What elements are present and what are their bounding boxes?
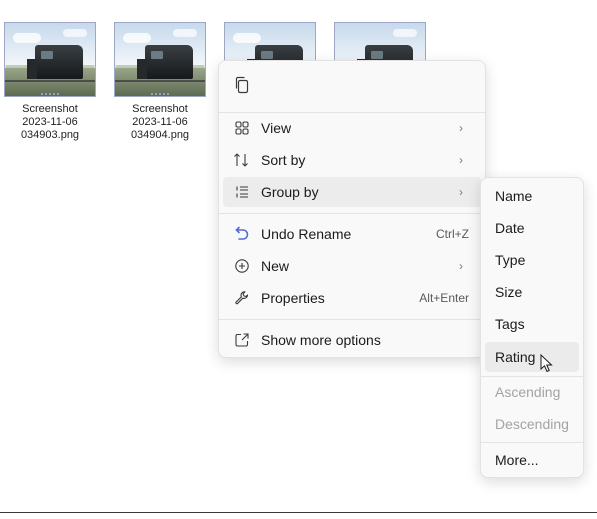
window-bottom-border <box>0 512 597 513</box>
submenu-item-label: Ascending <box>495 384 561 400</box>
menu-item-label: Show more options <box>261 332 381 348</box>
file-name-line: 034903.png <box>20 129 80 141</box>
submenu-item-rating[interactable]: Rating <box>485 342 579 372</box>
context-menu-quick-actions <box>219 61 485 113</box>
chevron-right-icon: › <box>459 259 463 273</box>
submenu-item-label: Tags <box>495 316 525 332</box>
group-icon <box>233 183 251 201</box>
menu-item-sort-by[interactable]: Sort by › <box>223 145 481 175</box>
submenu-item-ascending[interactable]: Ascending <box>485 377 579 407</box>
file-name-line: 2023-11-06 <box>132 116 188 128</box>
submenu-item-descending[interactable]: Descending <box>485 409 579 439</box>
thumbnail-rail <box>115 80 205 82</box>
menu-item-label: Sort by <box>261 152 306 168</box>
menu-item-group-by[interactable]: Group by › <box>223 177 481 207</box>
submenu-item-tags[interactable]: Tags <box>485 309 579 339</box>
menu-item-show-more-options[interactable]: Show more options <box>223 325 481 355</box>
menu-item-label: New <box>261 258 290 274</box>
submenu-item-label: Name <box>495 188 533 204</box>
copy-icon <box>235 76 249 94</box>
file-item[interactable]: Screenshot 2023-11-06 034903.png <box>0 22 100 142</box>
new-icon <box>233 257 251 275</box>
chevron-right-icon: › <box>459 153 463 167</box>
group-by-submenu: Name Date Type Size Tags Rating Ascendin… <box>480 177 584 478</box>
menu-item-label: View <box>261 120 292 136</box>
thumbnail-locomotive <box>137 45 193 79</box>
submenu-item-label: Date <box>495 220 525 236</box>
menu-separator <box>219 319 485 320</box>
file-thumbnail[interactable] <box>4 22 96 97</box>
submenu-item-label: Descending <box>495 416 569 432</box>
thumbnail-cloud <box>63 29 87 37</box>
file-name-line: Screenshot <box>132 103 188 115</box>
menu-item-new[interactable]: New › <box>223 251 481 281</box>
thumbnail-cloud <box>123 33 151 43</box>
properties-icon <box>233 289 251 307</box>
menu-separator <box>219 213 485 214</box>
context-menu: View › Sort by › Group by › Undo Rename … <box>218 60 486 358</box>
thumbnail-cloud <box>393 29 417 37</box>
file-item[interactable]: Screenshot 2023-11-06 034904.png <box>110 22 210 142</box>
menu-item-label: Undo Rename <box>261 226 352 242</box>
file-name-line: Screenshot <box>22 103 78 115</box>
keyboard-shortcut: Ctrl+Z <box>436 227 469 241</box>
submenu-item-label: Rating <box>495 349 536 365</box>
show-more-icon <box>233 331 251 349</box>
chevron-right-icon: › <box>459 185 463 199</box>
menu-item-label: Group by <box>261 184 319 200</box>
submenu-item-more[interactable]: More... <box>485 445 579 475</box>
submenu-item-label: Type <box>495 252 526 268</box>
file-thumbnail[interactable] <box>114 22 206 97</box>
thumbnail-indicator <box>151 93 171 95</box>
menu-item-undo-rename[interactable]: Undo Rename Ctrl+Z <box>223 219 481 249</box>
submenu-item-date[interactable]: Date <box>485 213 579 243</box>
copy-button[interactable] <box>230 73 254 97</box>
keyboard-shortcut: Alt+Enter <box>419 291 469 305</box>
submenu-item-label: Size <box>495 284 523 300</box>
submenu-item-size[interactable]: Size <box>485 277 579 307</box>
file-name: Screenshot 2023-11-06 034904.png <box>110 103 210 142</box>
thumbnail-cloud <box>13 33 41 43</box>
thumbnail-cloud <box>233 33 261 43</box>
view-icon <box>233 119 251 137</box>
submenu-item-label: More... <box>495 452 539 468</box>
submenu-item-name[interactable]: Name <box>485 181 579 211</box>
undo-icon <box>233 225 251 243</box>
thumbnail-indicator <box>41 93 61 95</box>
menu-separator <box>481 442 583 443</box>
thumbnail-cloud <box>173 29 197 37</box>
submenu-item-type[interactable]: Type <box>485 245 579 275</box>
thumbnail-locomotive <box>27 45 83 79</box>
menu-item-view[interactable]: View › <box>223 113 481 143</box>
menu-item-properties[interactable]: Properties Alt+Enter <box>223 283 481 313</box>
menu-item-label: Properties <box>261 290 325 306</box>
chevron-right-icon: › <box>459 121 463 135</box>
file-name: Screenshot 2023-11-06 034903.png <box>0 103 100 142</box>
mouse-cursor-icon <box>540 353 554 379</box>
sort-icon <box>233 151 251 169</box>
file-name-line: 034904.png <box>130 129 190 141</box>
thumbnail-rail <box>5 80 95 82</box>
file-name-line: 2023-11-06 <box>22 116 78 128</box>
